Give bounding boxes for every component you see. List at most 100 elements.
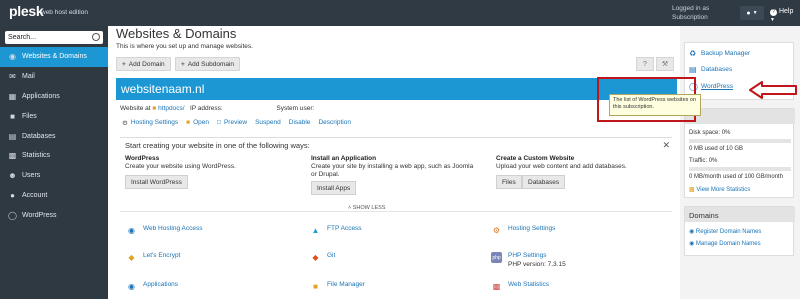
apps-icon: ▦ [8,91,17,101]
lock-icon: ◆ [128,253,135,262]
start-title: Start creating your website in one of th… [125,141,310,150]
domain-actions: ⚙ Hosting Settings ■ Open □ Preview Susp… [122,119,351,127]
chart-icon: ▩ [689,187,695,193]
sidebar-item-files[interactable]: ■ Files [0,106,108,126]
php-settings-tool[interactable]: php PHP Settings PHP version: 7.3.15 [491,252,566,268]
open-link[interactable]: Open [193,119,209,127]
wordpress-link[interactable]: WordPress [701,83,733,90]
sidebar: Search... ◉ Websites & Domains ✉ Mail ▦ … [0,26,108,299]
question-icon: ? [643,60,647,68]
right-panel: ♻ Backup Manager ▤ Databases ◯ WordPress… [680,26,800,299]
sidebar-item-mail[interactable]: ✉ Mail [0,67,108,87]
domain-header[interactable]: websitenaam.nl [116,78,677,100]
top-bar: plesk web host edition Logged in as Subs… [0,0,800,26]
domains-header: Domains [685,207,795,222]
databases-link[interactable]: Databases [701,66,732,73]
manage-domain-link[interactable]: ◉ Manage Domain Names [689,240,761,247]
database-icon: ▤ [689,65,697,74]
add-subdomain-button[interactable]: + Add Subdomain [175,57,241,71]
hosting-settings-tool[interactable]: ⚙ Hosting Settings [491,225,555,236]
traffic-usage-bar [689,167,791,171]
backup-manager-link[interactable]: Backup Manager [701,50,750,57]
disk-usage-text: 0 MB used of 10 GB [689,146,744,152]
files-button[interactable]: Files [496,175,522,189]
web-hosting-access-tool[interactable]: ◉ Web Hosting Access [126,225,203,236]
folder-icon: ■ [313,282,318,291]
help-button[interactable]: ? [636,57,654,71]
plesk-logo[interactable]: plesk [9,3,44,19]
wordpress-icon: ◯ [8,210,17,220]
register-domain-link[interactable]: ◉ Register Domain Names [689,228,761,235]
preview-link[interactable]: Preview [224,119,247,127]
chart-icon: ▩ [492,282,501,291]
settings-button[interactable]: ⚒ [656,57,674,71]
gear-icon: ⚙ [122,120,128,127]
sidebar-item-wordpress[interactable]: ◯ WordPress [0,205,108,225]
wrench-icon: ⚒ [661,61,669,68]
database-icon: ▤ [8,131,17,141]
disable-link[interactable]: Disable [289,119,311,127]
traffic-label: Traffic: 0% [689,158,718,164]
databases-button[interactable]: Databases [522,175,566,189]
preview-icon: □ [217,119,221,126]
httpdocs-link[interactable]: httpdocs/ [158,105,184,112]
lets-encrypt-tool[interactable]: ◆ Let's Encrypt [126,252,180,263]
chart-icon: ▩ [8,151,17,161]
user-menu-button[interactable]: ● ▼ [740,6,764,20]
php-version: PHP version: 7.3.15 [508,261,566,268]
settings-icon: ⚙ [492,226,501,235]
disk-space-label: Disk space: 0% [689,130,731,136]
apps-icon: ◉ [128,282,135,291]
file-manager-tool[interactable]: ■ File Manager [310,281,365,292]
mail-icon: ✉ [9,72,16,82]
sidebar-item-users[interactable]: ☻ Users [0,166,108,186]
install-wordpress-button[interactable]: Install WordPress [125,175,188,189]
install-apps-button[interactable]: Install Apps [311,181,357,195]
domains-box: Domains ◉ Register Domain Names ◉ Manage… [684,206,795,256]
globe-icon: ◉ [689,241,695,247]
git-icon: ◆ [312,253,319,262]
ftp-access-tool[interactable]: ▲ FTP Access [310,225,362,236]
sidebar-item-websites-domains[interactable]: ◉ Websites & Domains [0,47,108,67]
chevron-down-icon: ▼ [752,10,758,16]
help-icon: ? [770,9,777,16]
php-icon: php [491,252,502,263]
sidebar-item-statistics[interactable]: ▩ Statistics [0,146,108,166]
divider [120,211,672,212]
search-icon[interactable] [92,33,100,41]
resource-usage-box: Disk space: 0% 0 MB used of 10 GB Traffi… [684,108,795,198]
suspend-link[interactable]: Suspend [255,119,281,127]
globe-icon: ◉ [128,226,135,235]
view-more-statistics-link[interactable]: ▩ View More Statistics [689,186,750,193]
page-title: Websites & Domains [116,26,237,41]
sidebar-item-databases[interactable]: ▤ Databases [0,126,108,146]
search-input[interactable]: Search... [5,31,103,44]
web-statistics-tool[interactable]: ▩ Web Statistics [491,281,549,292]
description-link[interactable]: Description [318,119,351,127]
start-creating-panel: Start creating your website in one of th… [120,137,672,219]
plus-icon: + [122,60,126,68]
custom-website-option: Create a Custom Website Upload your web … [496,155,627,170]
git-tool[interactable]: ◆ Git [310,252,335,263]
users-icon: ☻ [8,171,17,181]
help-menu[interactable]: ? Help ▼ [770,8,800,23]
folder-icon: ■ [10,111,15,121]
globe-icon: ◉ [689,229,695,235]
main-content: Websites & Domains This is where you set… [108,26,680,299]
resource-usage-header [685,109,795,124]
account-icon: ● [10,190,15,200]
logo-subtitle: web host edition [41,9,88,16]
open-icon: ■ [186,119,191,126]
hosting-settings-link[interactable]: Hosting Settings [131,119,178,127]
sidebar-item-applications[interactable]: ▦ Applications [0,87,108,107]
annotation-arrow [749,81,797,99]
application-option: Install an Application Create your site … [311,155,474,178]
disk-usage-bar [689,139,791,143]
sidebar-item-account[interactable]: ● Account [0,186,108,206]
logged-in-info: Logged in as Subscription [672,5,710,21]
close-icon[interactable]: ✕ [662,140,670,151]
traffic-usage-text: 0 MB/month used of 100 GB/month [689,174,784,180]
applications-tool[interactable]: ◉ Applications [126,281,178,292]
wordpress-option: WordPress Create your website using Word… [125,155,236,170]
add-domain-button[interactable]: + Add Domain [116,57,171,71]
